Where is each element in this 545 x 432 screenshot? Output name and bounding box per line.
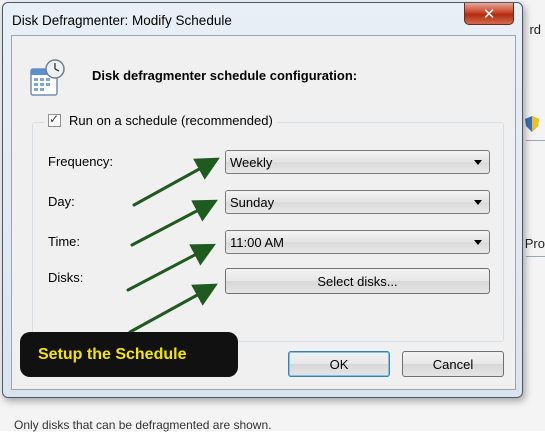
arrow-frequency — [132, 157, 220, 207]
arrow-time — [126, 243, 216, 292]
setup-schedule-callout: Setup the Schedule — [20, 332, 238, 377]
arrow-disks — [128, 283, 218, 334]
arrow-day — [130, 199, 218, 247]
callout-text: Setup the Schedule — [38, 345, 187, 363]
